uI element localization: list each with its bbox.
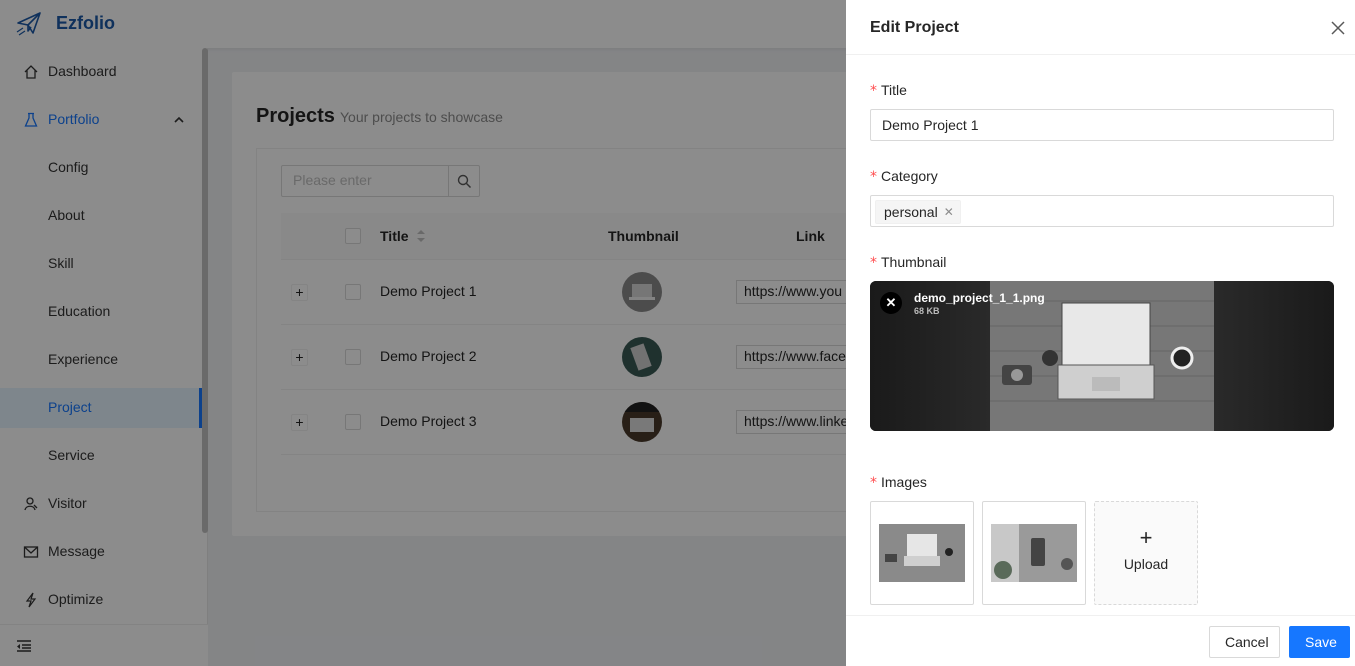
image-preview (879, 524, 965, 582)
title-field-value: Demo Project 1 (882, 117, 979, 133)
upload-label: Upload (1123, 556, 1169, 572)
upload-button[interactable]: + Upload (1094, 501, 1198, 605)
category-label: * Category (870, 168, 938, 185)
plus-icon: + (1139, 525, 1153, 550)
thumbnail-preview[interactable]: ✕ demo_project_1_1.png 68 KB (870, 281, 1334, 431)
drawer-mask[interactable] (0, 0, 846, 666)
thumbnail-filesize: 68 KB (914, 306, 940, 316)
drawer-header: Edit Project (846, 0, 1355, 55)
thumbnail-label-text: Thumbnail (881, 254, 947, 270)
images-label-text: Images (881, 474, 927, 490)
cancel-button[interactable]: Cancel (1209, 626, 1280, 658)
category-tag: personal ✕ (875, 200, 961, 224)
category-tag-label: personal (884, 204, 938, 220)
category-select[interactable]: personal ✕ (870, 195, 1334, 227)
category-label-text: Category (881, 168, 938, 184)
image-preview (991, 524, 1077, 582)
required-mark: * (870, 475, 877, 491)
title-field[interactable]: Demo Project 1 (870, 109, 1334, 141)
edit-project-drawer: Edit Project * Title Demo Project 1 * Cate… (846, 0, 1355, 666)
images-label: * Images (870, 474, 927, 491)
image-item[interactable] (982, 501, 1086, 605)
image-item[interactable] (870, 501, 974, 605)
thumbnail-label: * Thumbnail (870, 254, 946, 271)
drawer-footer: Cancel Save (846, 615, 1355, 666)
thumbnail-filename: demo_project_1_1.png (914, 291, 1045, 305)
required-mark: * (870, 169, 877, 185)
remove-tag-icon[interactable]: ✕ (944, 204, 954, 223)
remove-thumbnail-button[interactable]: ✕ (880, 292, 902, 314)
title-label-text: Title (881, 82, 907, 98)
required-mark: * (870, 83, 877, 99)
save-button[interactable]: Save (1289, 626, 1350, 658)
close-icon[interactable] (1329, 19, 1347, 37)
required-mark: * (870, 255, 877, 271)
drawer-title: Edit Project (870, 19, 959, 36)
title-label: * Title (870, 82, 907, 99)
